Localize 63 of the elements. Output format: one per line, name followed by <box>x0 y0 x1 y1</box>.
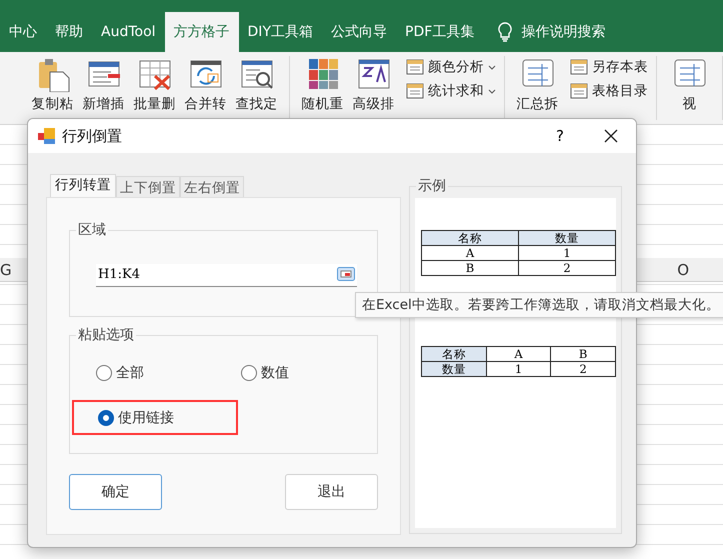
table-cell: 1 <box>518 246 616 260</box>
column-header: G <box>0 260 12 278</box>
table-icon <box>570 58 588 76</box>
table-cell: A <box>486 346 551 362</box>
highlighted-radio-option[interactable]: 使用链接 <box>72 400 238 435</box>
ribbon-button[interactable]: 合并转 <box>181 56 230 120</box>
ribbon-button[interactable]: 复制粘 <box>28 56 77 120</box>
ribbon-button[interactable]: 查找定 <box>232 56 281 120</box>
table-cell: B <box>550 346 616 362</box>
lightbulb-icon <box>497 22 514 42</box>
dialog-tab[interactable]: 行列转置 <box>50 174 116 197</box>
table-cell: 名称 <box>422 230 518 246</box>
ribbon-tab[interactable]: 帮助 <box>46 12 92 52</box>
tooltip: 在Excel中选取。若要跨工作簿选取，请取消文档最大化。 <box>355 292 723 318</box>
help-button[interactable]: ? <box>540 126 580 146</box>
ribbon-tab[interactable]: AudTool <box>92 12 165 52</box>
ribbon-tab[interactable]: 方方格子 <box>164 12 239 52</box>
dropdown-caret-icon <box>488 64 496 70</box>
ribbon-small-button[interactable]: 颜色分析 <box>406 58 496 76</box>
ribbon-small-button[interactable]: 统计求和 <box>406 82 496 100</box>
ribbon-button[interactable]: 新增插 <box>79 56 128 120</box>
range-input-field[interactable]: H1:K4 <box>96 264 357 286</box>
ribbon-button[interactable]: 汇总拆 <box>513 56 562 120</box>
radio-button[interactable] <box>241 365 257 381</box>
table-cell: 2 <box>518 260 616 276</box>
ribbon-small-button[interactable]: 另存本表 <box>570 58 648 76</box>
table-icon <box>406 58 424 76</box>
dialog-button[interactable]: 确定 <box>69 474 162 510</box>
ribbon-button[interactable]: 视 <box>665 56 714 120</box>
range-select-icon[interactable] <box>337 267 355 281</box>
dialog-tab[interactable]: 上下倒置 <box>116 176 180 197</box>
table-cell: 数量 <box>422 362 486 376</box>
dialog-button[interactable]: 退出 <box>285 474 378 510</box>
radio-button[interactable] <box>96 365 112 381</box>
dropdown-caret-icon <box>488 88 496 94</box>
radio-button[interactable] <box>98 410 114 426</box>
radio-option[interactable]: 数值 <box>241 360 381 386</box>
group-title: 粘贴选项 <box>76 326 136 344</box>
table-cell: B <box>422 260 518 276</box>
ribbon-tab[interactable]: 中心 <box>0 12 46 52</box>
ribbon-tab[interactable]: PDF工具集 <box>396 12 484 52</box>
radio-option[interactable]: 全部 <box>96 360 241 386</box>
group-title: 区域 <box>76 221 108 239</box>
ribbon-small-button[interactable]: 表格目录 <box>570 82 648 100</box>
app-icon <box>38 127 56 145</box>
ribbon-tab[interactable]: DIY工具箱 <box>238 12 322 52</box>
dialog-tab[interactable]: 左右倒置 <box>180 176 244 197</box>
table-cell: 2 <box>550 362 616 376</box>
ribbon-tab[interactable]: 公式向导 <box>322 12 396 52</box>
table-cell: 数量 <box>518 230 616 246</box>
search-field[interactable]: 操作说明搜索 <box>521 23 606 41</box>
table-cell: 名称 <box>422 346 486 362</box>
column-header: O <box>677 260 689 278</box>
ribbon-button[interactable]: 批量删 <box>130 56 179 120</box>
ribbon-button[interactable]: 高级排 <box>349 56 398 120</box>
table-icon <box>570 82 588 100</box>
table-cell: A <box>422 246 518 260</box>
ribbon-button[interactable]: 随机重 <box>298 56 347 120</box>
table-cell: 1 <box>486 362 551 376</box>
group-title: 示例 <box>416 177 448 195</box>
close-icon <box>604 129 618 143</box>
dialog-title: 行列倒置 <box>62 126 123 146</box>
table-icon <box>406 82 424 100</box>
